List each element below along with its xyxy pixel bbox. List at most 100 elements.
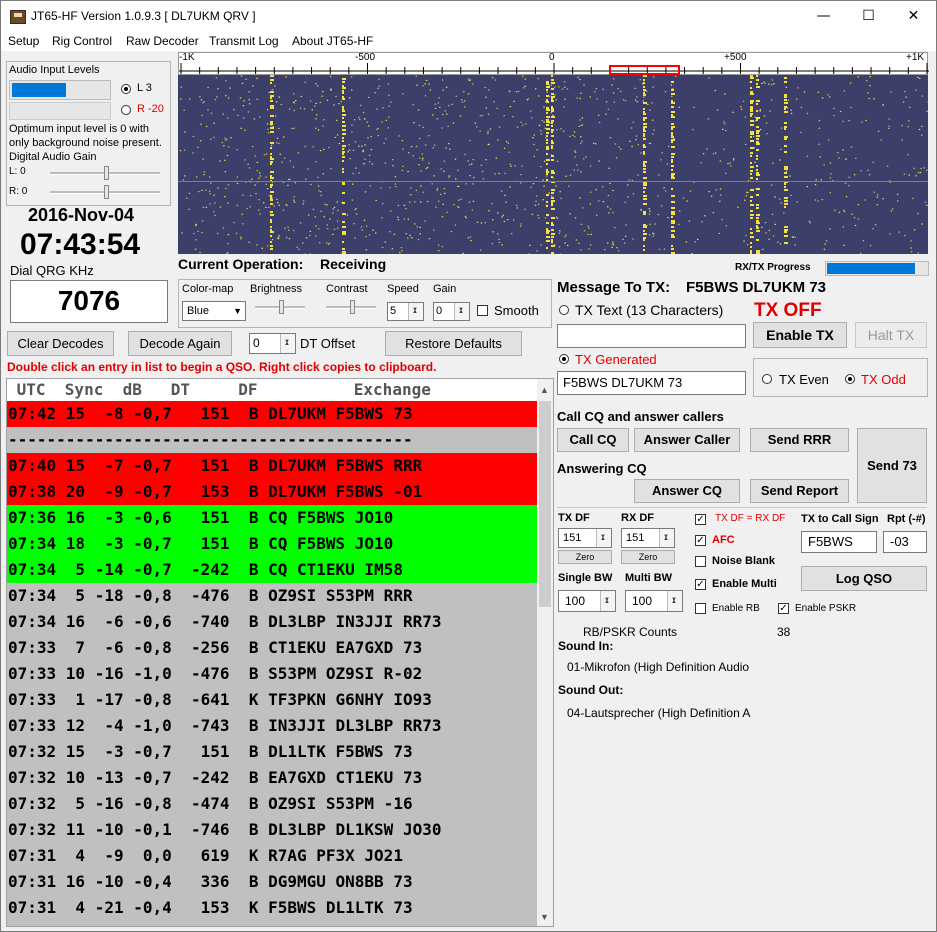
decode-row[interactable]: 07:38 20 -9 -0,7 153 B DL7UKM F5BWS -01 [7,479,538,505]
decode-row[interactable]: 07:33 1 -17 -0,8 -641 K TF3PKN G6NHY IO9… [7,687,538,713]
menu-about[interactable]: About JT65-HF [292,34,373,48]
halt-tx-button[interactable]: Halt TX [855,322,927,348]
minimize-button[interactable]: — [801,2,846,31]
decode-row[interactable]: 07:34 16 -6 -0,6 -740 B DL3LBP IN3JJI RR… [7,609,538,635]
decode-row[interactable]: 07:32 10 -13 -0,7 -242 B EA7GXD CT1EKU 7… [7,765,538,791]
smooth-checkbox[interactable] [477,305,488,316]
waterfall-speckle [292,166,295,168]
decode-row[interactable]: 07:33 10 -16 -1,0 -476 B S53PM OZ9SI R-0… [7,661,538,687]
close-button[interactable]: ✕ [891,2,936,31]
scroll-up-icon[interactable]: ▲ [540,385,549,395]
rx-df-zero-button[interactable]: Zero [621,550,675,564]
menu-transmit-log[interactable]: Transmit Log [209,34,279,48]
single-bw-spinner[interactable] [600,590,615,612]
waterfall-signal-trace [551,125,553,127]
enable-tx-button[interactable]: Enable TX [753,322,847,348]
menu-raw-decoder[interactable]: Raw Decoder [126,34,199,48]
tx-to-call-field[interactable]: F5BWS [801,531,877,553]
scroll-thumb[interactable] [539,401,551,607]
waterfall-speckle [312,208,315,210]
answer-cq-button[interactable]: Answer CQ [634,479,740,503]
restore-defaults-button[interactable]: Restore Defaults [385,331,522,356]
brightness-thumb[interactable] [279,300,284,314]
waterfall-display[interactable] [178,75,928,254]
waterfall-speckle [325,242,328,244]
rx-df-field[interactable]: 151 [621,528,675,548]
gain-l-thumb[interactable] [104,166,109,180]
tx-odd-radio[interactable] [845,374,855,384]
noise-blank-checkbox[interactable] [695,556,706,567]
decode-row[interactable]: 07:34 18 -3 -0,7 151 B CQ F5BWS JO10 [7,531,538,557]
gain-spinner[interactable] [454,302,469,321]
tx-even-radio[interactable] [762,374,772,384]
waterfall-speckle [287,184,289,186]
enable-multi-checkbox[interactable]: ✓ [695,579,706,590]
afc-checkbox[interactable]: ✓ [695,535,706,546]
gain-field[interactable]: 0 [433,302,470,321]
tx-df-field[interactable]: 151 [558,528,612,548]
multi-bw-spinner[interactable] [667,590,682,612]
radio-left-channel[interactable] [121,84,131,94]
menu-setup[interactable]: Setup [8,34,39,48]
tx-text-radio[interactable] [559,305,569,315]
decode-row[interactable]: 07:34 5 -14 -0,7 -242 B CQ CT1EKU IM58 [7,557,538,583]
waterfall-speckle [368,125,370,127]
decode-row[interactable]: 07:34 5 -18 -0,8 -476 B OZ9SI S53PM RRR [7,583,538,609]
waterfall-speckle [573,131,576,133]
menu-rig-control[interactable]: Rig Control [52,34,112,48]
rpt-field[interactable]: -03 [883,531,927,553]
send-report-button[interactable]: Send Report [750,479,849,503]
decode-row[interactable]: 07:42 15 -8 -0,7 151 B DL7UKM F5BWS 73 [7,401,538,427]
waterfall-speckle [299,222,302,224]
multi-bw-field[interactable]: 100 [625,590,683,612]
decode-row[interactable]: 07:33 7 -6 -0,8 -256 B CT1EKU EA7GXD 73 [7,635,538,661]
decode-row[interactable]: 07:32 11 -10 -0,1 -746 B DL3LBP DL1KSW J… [7,817,538,843]
decode-row[interactable]: 07:33 12 -4 -1,0 -743 B IN3JJI DL3LBP RR… [7,713,538,739]
send-73-button[interactable]: Send 73 [857,428,927,503]
rx-df-spinner[interactable] [659,528,674,548]
tx-df-zero-button[interactable]: Zero [558,550,612,564]
decode-row[interactable]: 07:40 15 -7 -0,7 151 B DL7UKM F5BWS RRR [7,453,538,479]
tx-eq-rx-checkbox[interactable]: ✓ [695,514,706,525]
waterfall-speckle [318,190,320,192]
send-rrr-button[interactable]: Send RRR [750,428,849,452]
call-cq-button[interactable]: Call CQ [557,428,629,452]
dt-offset-spinner[interactable] [280,333,295,354]
single-bw-field[interactable]: 100 [558,590,616,612]
answer-caller-button[interactable]: Answer Caller [634,428,740,452]
decode-row[interactable]: 07:31 4 -21 -0,4 153 K F5BWS DL1LTK 73 [7,895,538,921]
decode-row[interactable]: 07:31 16 -10 -0,4 336 B DG9MGU ON8BB 73 [7,869,538,895]
enable-pskr-checkbox[interactable]: ✓ [778,603,789,614]
tx-generated-field[interactable]: F5BWS DL7UKM 73 [557,371,746,395]
contrast-thumb[interactable] [350,300,355,314]
decode-row[interactable]: 07:32 15 -3 -0,7 151 B DL1LTK F5BWS 73 [7,739,538,765]
radio-right-channel[interactable] [121,105,131,115]
clear-decodes-button[interactable]: Clear Decodes [7,331,114,356]
waterfall-signal-trace [671,132,673,134]
dial-qrg-field[interactable]: 7076 [10,280,168,323]
speed-spinner[interactable] [408,302,423,321]
decode-again-button[interactable]: Decode Again [128,331,232,356]
gain-r-thumb[interactable] [104,185,109,199]
waterfall-signal-trace [756,227,759,229]
tx-text-field[interactable] [557,324,746,348]
decode-row[interactable]: 07:31 4 -9 0,0 619 K R7AG PF3X JO21 [7,843,538,869]
decode-list[interactable]: UTC Sync dB DT DF Exchange 07:42 15 -8 -… [6,378,554,927]
tx-df-spinner[interactable] [596,528,611,548]
decode-row[interactable]: ----------------------------------------… [7,427,538,453]
maximize-button[interactable]: ☐ [846,2,891,31]
dt-offset-field[interactable]: 0 [249,333,296,354]
scroll-down-icon[interactable]: ▼ [540,912,549,922]
waterfall-speckle [363,219,366,221]
waterfall-speckle [199,96,201,98]
log-qso-button[interactable]: Log QSO [801,566,927,591]
colormap-select[interactable]: Blue ▼ [182,301,246,321]
enable-rb-checkbox[interactable] [695,603,706,614]
decode-row[interactable]: 07:36 16 -3 -0,6 151 B CQ F5BWS JO10 [7,505,538,531]
tx-generated-radio[interactable] [559,354,569,364]
decode-list-scrollbar[interactable]: ▲ ▼ [537,379,553,926]
decode-row[interactable]: 07:32 5 -16 -0,8 -474 B OZ9SI S53PM -16 [7,791,538,817]
waterfall-speckle [370,135,372,138]
speed-field[interactable]: 5 [387,302,424,321]
waterfall-speckle [213,194,215,196]
